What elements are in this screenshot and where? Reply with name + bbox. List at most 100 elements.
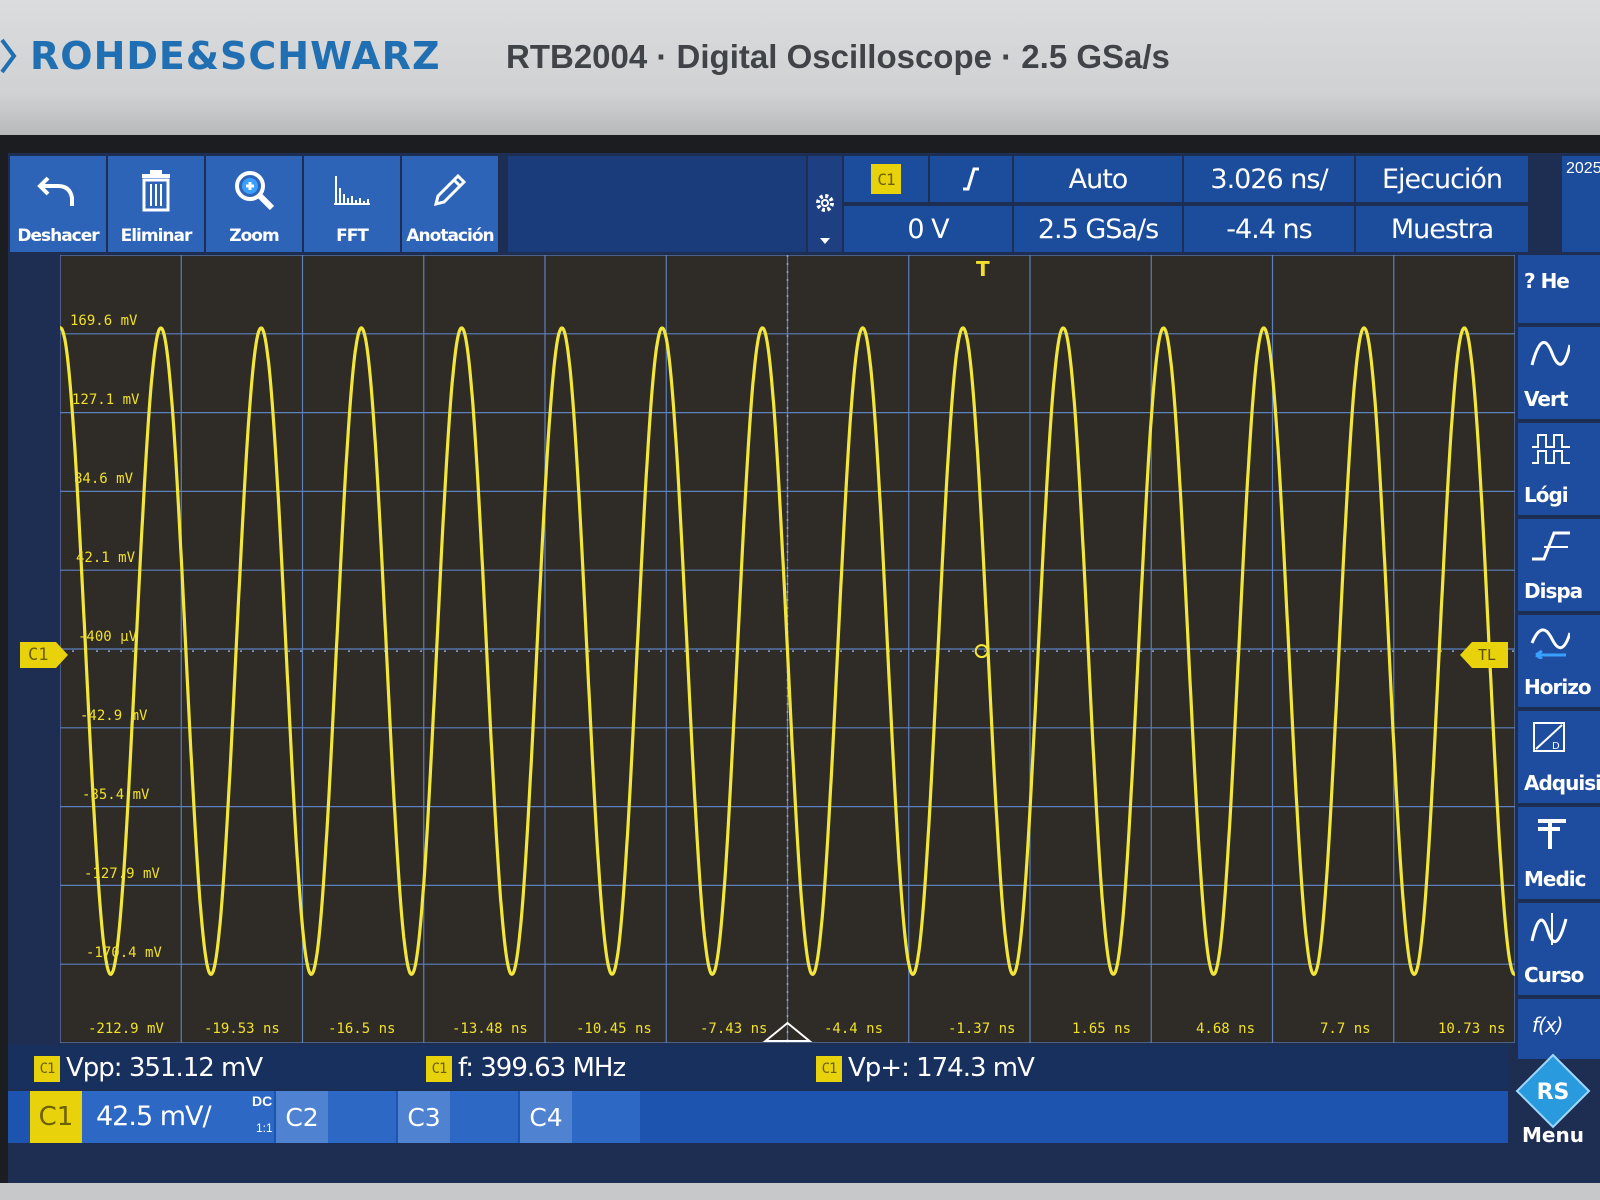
measurement-vpp-text: Vpp: 351.12 mV xyxy=(66,1053,263,1083)
trigger-mode-cell[interactable]: Auto xyxy=(1014,156,1182,202)
settings-button[interactable] xyxy=(808,156,842,252)
measure-icon xyxy=(1538,819,1566,849)
logic-icon xyxy=(1532,434,1570,464)
side-math-label: f(x) xyxy=(1532,1013,1564,1037)
acquisition-mode-cell[interactable]: Muestra xyxy=(1356,206,1528,252)
channel-bar: C1 42.5 mV/ DC 1:1 C2 C3 C4 xyxy=(8,1091,1508,1143)
side-horizontal[interactable]: Horizo xyxy=(1518,615,1600,707)
side-cursor-label: Curso xyxy=(1524,963,1584,987)
sample-rate-cell[interactable]: 2.5 GSa/s xyxy=(1014,206,1182,252)
waveform-display[interactable] xyxy=(60,255,1515,1043)
trigger-slope-cell[interactable] xyxy=(930,156,1012,202)
y-label: 42.1 mV xyxy=(76,550,136,566)
side-acquisition[interactable]: D Adquisi xyxy=(1518,711,1600,803)
undo-button[interactable]: Deshacer xyxy=(10,156,106,252)
undo-icon xyxy=(37,176,74,206)
chevron-down-icon xyxy=(820,238,830,244)
fft-button[interactable]: FFT xyxy=(304,156,400,252)
measurement-channel-tag: C1 xyxy=(34,1055,60,1082)
trash-icon xyxy=(142,170,170,212)
side-measure-label: Medic xyxy=(1524,867,1586,891)
rs-logo-icon[interactable]: RS xyxy=(1513,1051,1593,1131)
y-label: 127.1 mV xyxy=(72,392,140,408)
run-state-cell[interactable]: Ejecución xyxy=(1356,156,1528,202)
time-per-div-cell[interactable]: 3.026 ns/ xyxy=(1184,156,1354,202)
channel4-scale[interactable] xyxy=(572,1091,640,1143)
svg-text:D: D xyxy=(1552,741,1560,752)
toolbar-empty-area xyxy=(508,156,806,252)
date-display: 2025- xyxy=(1562,156,1600,252)
side-cursor[interactable]: Curso xyxy=(1518,903,1600,995)
trigger-icon xyxy=(1532,531,1570,561)
y-label: -212.9 mV xyxy=(88,1021,164,1037)
side-vertical[interactable]: Vert xyxy=(1518,327,1600,419)
measurement-vpos[interactable]: C1 Vp+: 174.3 mV xyxy=(816,1053,1035,1083)
brand-chevron-icon xyxy=(0,38,17,74)
x-label: 7.7 ns xyxy=(1320,1021,1371,1037)
y-label: -400 µV xyxy=(78,629,138,645)
x-label: 10.73 ns xyxy=(1438,1021,1506,1037)
measurement-vpp[interactable]: C1 Vpp: 351.12 mV xyxy=(34,1053,263,1083)
y-label: -170.4 mV xyxy=(86,945,162,961)
channel4-button[interactable]: C4 xyxy=(520,1091,572,1143)
menu-label: Menu xyxy=(1522,1123,1584,1147)
x-label: -13.48 ns xyxy=(452,1021,528,1037)
svg-text:RS: RS xyxy=(1537,1080,1570,1105)
channel2-scale[interactable] xyxy=(328,1091,396,1143)
measurement-frequency-text: f: 399.63 MHz xyxy=(458,1053,626,1083)
oscilloscope-screen: Deshacer Eliminar Zoom FFT Anotación C1 … xyxy=(8,153,1600,1183)
rising-edge-icon xyxy=(963,167,979,191)
sine-icon xyxy=(1530,341,1570,366)
undo-label: Deshacer xyxy=(17,226,99,246)
instrument-bezel-bottom xyxy=(0,1183,1600,1200)
acquisition-icon: D xyxy=(1533,722,1565,752)
trigger-level-cell[interactable]: 0 V xyxy=(844,206,1012,252)
side-horizontal-label: Horizo xyxy=(1524,675,1592,699)
measurement-channel-tag: C1 xyxy=(816,1055,842,1082)
side-math[interactable]: f(x) xyxy=(1518,999,1600,1059)
x-label: -16.5 ns xyxy=(328,1021,396,1037)
side-trigger[interactable]: Dispa xyxy=(1518,519,1600,611)
side-logic-label: Lógi xyxy=(1524,483,1569,507)
trigger-source-cell[interactable]: C1 xyxy=(844,156,928,202)
measurement-frequency[interactable]: C1 f: 399.63 MHz xyxy=(426,1053,626,1083)
zoom-label: Zoom xyxy=(229,226,279,246)
channel1-button[interactable]: C1 xyxy=(30,1091,82,1143)
annotation-label: Anotación xyxy=(406,226,494,246)
side-menu: ? He Vert Lógi Dispa Horizo D Adquisi Me… xyxy=(1518,255,1600,1135)
instrument-bezel-top: ROHDE&SCHWARZ RTB2004 · Digital Oscillos… xyxy=(0,0,1600,135)
channel1-probe-ratio: 1:1 xyxy=(256,1121,273,1135)
side-measure[interactable]: Medic xyxy=(1518,807,1600,899)
y-label: 169.6 mV xyxy=(70,313,138,329)
y-label: -127.9 mV xyxy=(84,866,160,882)
side-logic[interactable]: Lógi xyxy=(1518,423,1600,515)
side-help[interactable]: ? He xyxy=(1518,255,1600,323)
channel2-button[interactable]: C2 xyxy=(276,1091,328,1143)
x-label: -10.45 ns xyxy=(576,1021,652,1037)
side-vertical-label: Vert xyxy=(1524,387,1568,411)
measurement-bar: C1 Vpp: 351.12 mV C1 f: 399.63 MHz C1 Vp+: … xyxy=(8,1045,1508,1089)
cursor-icon xyxy=(1530,913,1568,945)
horizontal-position-cell[interactable]: -4.4 ns xyxy=(1184,206,1354,252)
x-label: -19.53 ns xyxy=(204,1021,280,1037)
annotation-button[interactable]: Anotación xyxy=(402,156,498,252)
pencil-icon xyxy=(433,173,467,207)
channel3-scale[interactable] xyxy=(450,1091,518,1143)
model-title: RTB2004 · Digital Oscilloscope · 2.5 GSa… xyxy=(506,38,1170,75)
channel3-button[interactable]: C3 xyxy=(398,1091,450,1143)
toolbar: Deshacer Eliminar Zoom FFT Anotación C1 … xyxy=(8,156,1600,252)
delete-button[interactable]: Eliminar xyxy=(108,156,204,252)
y-label: -85.4 mV xyxy=(82,787,150,803)
gear-icon xyxy=(816,194,834,212)
trigger-position-marker[interactable]: T xyxy=(976,257,990,281)
delete-label: Eliminar xyxy=(120,226,193,246)
y-label: -42.9 mV xyxy=(80,708,148,724)
x-label: -1.37 ns xyxy=(948,1021,1016,1037)
x-label: 4.68 ns xyxy=(1196,1021,1256,1037)
side-help-label: ? He xyxy=(1524,269,1570,293)
horizontal-icon xyxy=(1530,628,1570,659)
x-label: 1.65 ns xyxy=(1072,1021,1132,1037)
fft-label: FFT xyxy=(336,226,369,246)
channel1-scale[interactable]: 42.5 mV/ xyxy=(82,1091,274,1143)
zoom-button[interactable]: Zoom xyxy=(206,156,302,252)
